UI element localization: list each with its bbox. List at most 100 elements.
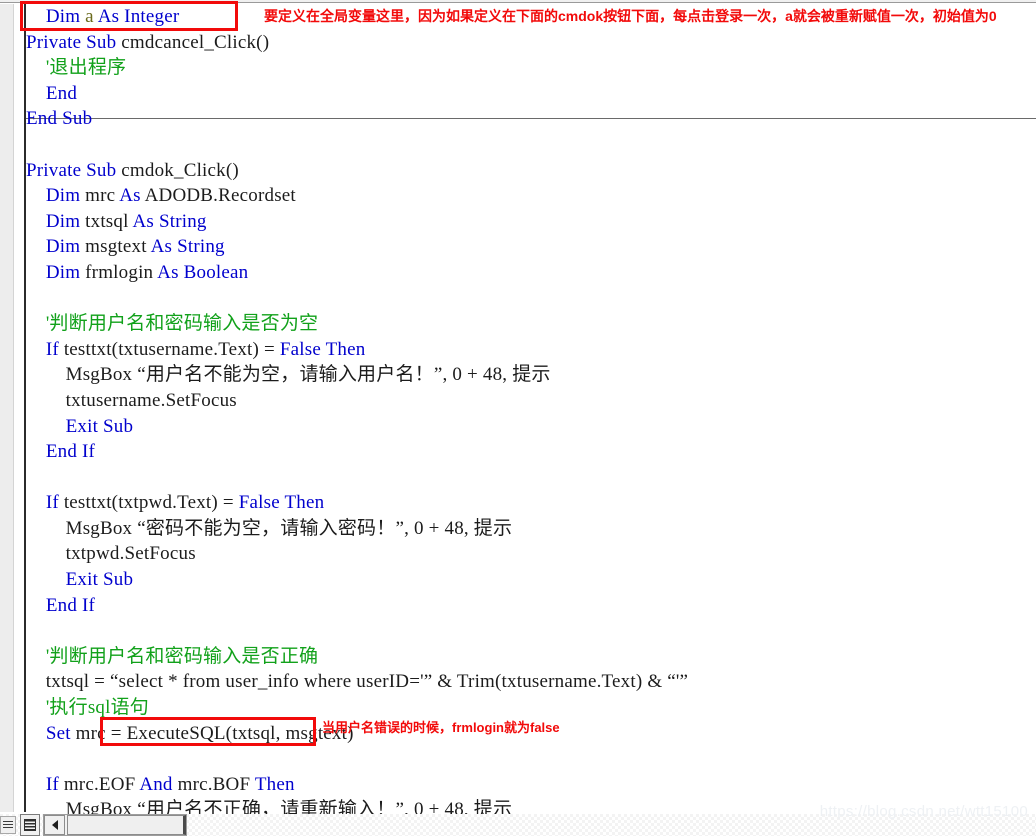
code-line: MsgBox “用户名不能为空，请输入用户名！”, 0 + 48, 提示 (26, 362, 1036, 388)
code-token-id (26, 774, 46, 795)
scroll-left-button[interactable] (44, 815, 65, 835)
watermark-url: https://blog.csdn.net/wtt15100 (819, 803, 1028, 820)
code-line: Dim frmlogin As Boolean (26, 260, 1036, 286)
code-token-kw: String (158, 210, 207, 232)
code-line: txtpwd.SetFocus (26, 541, 1036, 567)
code-token-id (26, 723, 46, 744)
code-token-id (26, 262, 46, 283)
code-token-kw: Exit Sub (65, 569, 134, 591)
code-token-kw: String (177, 236, 225, 258)
code-token-kw: Then (325, 338, 366, 360)
code-token-cmt: '判断用户名和密码输入是否为空 (45, 313, 319, 335)
code-token-id: txtpwd.SetFocus (26, 543, 196, 565)
code-token-id (26, 646, 46, 667)
code-token-id: mrc.EOF (58, 773, 140, 795)
code-token-id: ADODB.Recordset (140, 185, 296, 207)
code-token-id (26, 492, 46, 513)
procedure-view-icon (24, 819, 36, 831)
code-line: MsgBox “密码不能为空，请输入密码！”, 0 + 48, 提示 (26, 516, 1036, 542)
code-text-area[interactable]: Dim a As Integer Private Sub cmdcancel_Cl… (26, 4, 1036, 836)
code-line: Private Sub cmdok_Click() (26, 158, 1036, 184)
code-line: Dim txtsql As String (26, 209, 1036, 235)
code-token-kw: Then (254, 773, 295, 795)
code-token-id: MsgBox “密码不能为空，请输入密码！”, 0 + 48, 提示 (26, 517, 513, 539)
code-line: If testtxt(txtpwd.Text) = False Then (26, 490, 1036, 516)
code-token-id (26, 569, 66, 590)
code-token-cmt: '退出程序 (45, 57, 127, 79)
code-line: '判断用户名和密码输入是否为空 (26, 311, 1036, 337)
code-token-kw: False (238, 492, 280, 514)
code-line: End (26, 81, 1036, 107)
code-token-kw: Set (45, 722, 71, 744)
code-token-id: cmdcancel_Click() (116, 31, 270, 53)
code-line: If mrc.EOF And mrc.BOF Then (26, 772, 1036, 798)
code-line: '判断用户名和密码输入是否正确 (26, 644, 1036, 670)
code-token-id (26, 441, 46, 462)
annotation-global-variable-note: 要定义在全局变量这里，因为如果定义在下面的cmdok按钮下面，每点击登录一次，a… (264, 8, 997, 24)
code-token-id (26, 57, 46, 78)
code-token-id (26, 697, 46, 718)
code-token-id (26, 185, 46, 206)
code-token-kw: Dim (45, 185, 81, 207)
code-line: '退出程序 (26, 55, 1036, 81)
code-token-id: MsgBox “用户名不能为空，请输入用户名！”, 0 + 48, 提示 (26, 364, 551, 386)
code-token-kw: If (45, 492, 59, 514)
code-token-id (26, 83, 46, 104)
code-token-id: txtsql = “select * from user_info where … (26, 671, 689, 693)
block-gap (26, 132, 1036, 158)
code-token-id: mrc (80, 185, 120, 207)
code-token-kw: If (45, 338, 59, 360)
code-line: End If (26, 593, 1036, 619)
code-token-cmt: '执行sql语句 (45, 697, 150, 719)
code-token-kw: Then (284, 492, 325, 514)
code-token-kw: As (132, 210, 155, 232)
code-token-id: cmdok_Click() (116, 159, 239, 181)
code-token-id (26, 595, 46, 616)
lines-glyph-icon (3, 820, 13, 830)
code-token-cmt: '判断用户名和密码输入是否正确 (45, 645, 319, 667)
code-token-kw: Dim (45, 236, 81, 258)
code-token-kw: End If (45, 441, 96, 463)
code-token-kw: Boolean (183, 261, 249, 283)
code-line: End Sub (26, 106, 1036, 132)
code-token-kw: False (279, 338, 321, 360)
code-token-id: testtxt(txtusername.Text) = (58, 338, 280, 360)
code-token-kw: And (139, 773, 173, 795)
code-token-kw: Dim (45, 210, 81, 232)
code-token-kw: As (157, 261, 179, 283)
code-line: txtsql = “select * from user_info where … (26, 669, 1036, 695)
code-line: txtusername.SetFocus (26, 388, 1036, 414)
code-line: Exit Sub (26, 567, 1036, 593)
code-token-kw: Exit Sub (65, 415, 134, 437)
margin-indicator-gutter[interactable] (0, 4, 14, 812)
code-token-id (26, 211, 46, 232)
code-token-kw: End If (45, 594, 96, 616)
code-token-kw: If (45, 773, 59, 795)
code-token-id (26, 313, 46, 334)
code-line: Dim msgtext As String (26, 234, 1036, 260)
code-token-kw: Private Sub (26, 159, 117, 181)
code-token-kw: End Sub (26, 108, 93, 130)
code-token-id (26, 339, 46, 360)
code-token-kw: End (45, 82, 78, 104)
highlight-box-global-declaration (20, 1, 238, 31)
code-token-kw: Private Sub (26, 31, 117, 53)
code-token-id: testtxt(txtpwd.Text) = (58, 492, 239, 514)
code-token-kw: Dim (45, 261, 81, 283)
horizontal-scrollbar-thumb[interactable] (67, 815, 186, 835)
code-token-id: frmlogin (80, 261, 158, 283)
full-module-view-icon[interactable] (0, 816, 16, 834)
code-token-id: mrc.BOF (172, 773, 255, 795)
procedure-view-button[interactable] (20, 814, 40, 836)
chevron-left-icon (51, 820, 58, 830)
code-token-id (26, 416, 66, 437)
vb-code-editor-window: Dim a As Integer Private Sub cmdcancel_Cl… (0, 0, 1036, 836)
annotation-frmlogin-false-note: 当用户名错误的时候，frmlogin就为false (322, 720, 560, 735)
code-token-id (26, 236, 46, 257)
code-token-kw: As (119, 185, 141, 207)
code-line: Dim mrc As ADODB.Recordset (26, 183, 1036, 209)
